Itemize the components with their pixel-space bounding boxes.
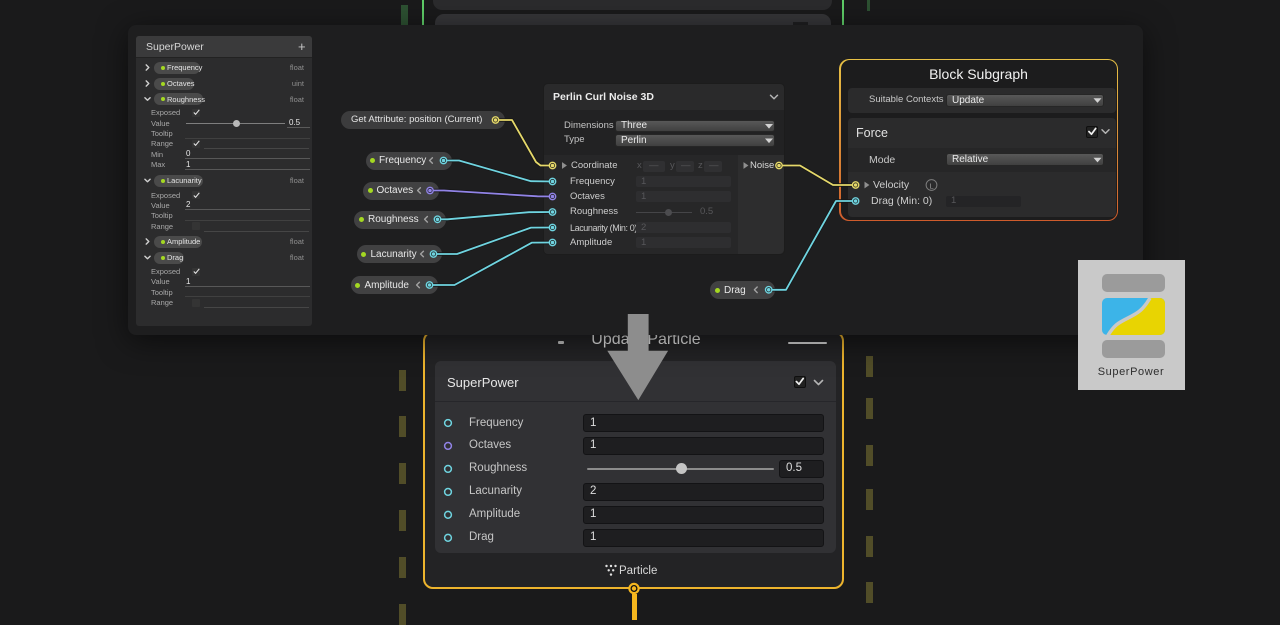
svg-text:L: L bbox=[930, 181, 934, 190]
